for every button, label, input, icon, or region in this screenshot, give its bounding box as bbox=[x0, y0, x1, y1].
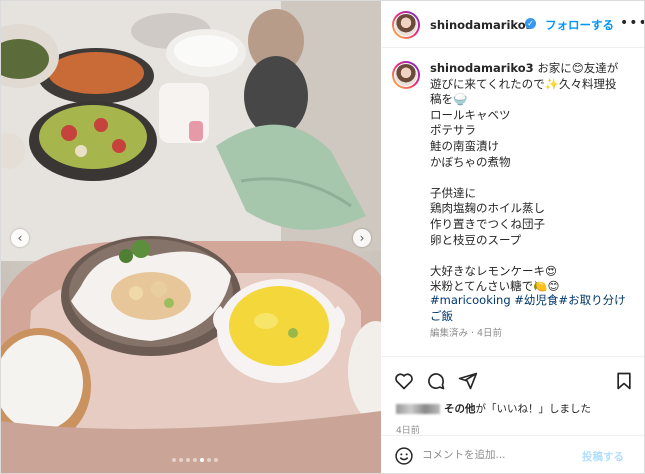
avatar[interactable] bbox=[392, 11, 420, 39]
comment-bar: 投稿する bbox=[382, 435, 644, 473]
carousel-dot-active bbox=[200, 458, 204, 462]
carousel-dots bbox=[172, 458, 218, 462]
more-options-icon[interactable]: ••• bbox=[620, 15, 644, 31]
follow-button[interactable]: フォローする bbox=[545, 17, 614, 33]
carousel-dot bbox=[207, 458, 211, 462]
post-comment-button[interactable]: 投稿する bbox=[582, 449, 624, 464]
likes-others[interactable]: その他 bbox=[444, 403, 476, 415]
caption-line: 大好きなレモンケーキ😍 bbox=[430, 263, 557, 278]
comment-icon[interactable] bbox=[426, 371, 446, 391]
caption-line: 鮭の南蛮漬け bbox=[430, 138, 499, 153]
caption-line: かぼちゃの煮物 bbox=[430, 154, 511, 169]
caption-line bbox=[430, 170, 635, 186]
post-header: shinodamariko3 ✓ フォローする ••• bbox=[382, 1, 644, 48]
caption: shinodamariko3 お家に😊友達が 遊びに来てくれたので✨久々料理投 … bbox=[430, 61, 635, 295]
caption-line: お家に😊友達が bbox=[537, 61, 619, 75]
caption-line: 稿を🍚 bbox=[430, 92, 468, 107]
caption-username[interactable]: shinodamariko3 bbox=[430, 61, 534, 75]
caption-line: ロールキャベツ bbox=[430, 107, 511, 122]
likes-summary[interactable]: その他が「いいね！」しました bbox=[396, 401, 591, 416]
likes-tail: が「いいね！」しました bbox=[475, 403, 592, 415]
caption-avatar[interactable] bbox=[392, 61, 420, 89]
username[interactable]: shinodamariko3 bbox=[430, 18, 534, 32]
comment-input[interactable] bbox=[422, 444, 582, 466]
carousel-prev-button[interactable]: ‹ bbox=[11, 229, 29, 247]
carousel-dot bbox=[193, 458, 197, 462]
share-icon[interactable] bbox=[458, 371, 478, 391]
instagram-post-window: ‹ › shinodamariko3 ✓ フォローする ••• shinodam… bbox=[0, 0, 645, 474]
post-side-panel: shinodamariko3 ✓ フォローする ••• shinodamarik… bbox=[382, 1, 644, 473]
caption-meta: 編集済み · 4日前 bbox=[430, 328, 503, 339]
caption-line: 鶏肉塩麹のホイル蒸し bbox=[430, 201, 545, 216]
carousel-dot bbox=[214, 458, 218, 462]
caption-line: 卵と枝豆のスープ bbox=[430, 232, 522, 247]
carousel-dot bbox=[172, 458, 176, 462]
bookmark-icon[interactable] bbox=[614, 371, 634, 391]
carousel-dot bbox=[179, 458, 183, 462]
caption-line: 子供達に bbox=[430, 185, 476, 200]
caption-line: 遊びに来てくれたので✨久々料理投 bbox=[430, 76, 617, 91]
emoji-icon[interactable] bbox=[394, 446, 414, 466]
caption-line: 作り置きでつくね団子 bbox=[430, 216, 545, 231]
carousel-next-button[interactable]: › bbox=[353, 229, 371, 247]
blurred-liker bbox=[396, 404, 440, 414]
heart-icon[interactable] bbox=[394, 371, 414, 391]
caption-line: ポテサラ bbox=[430, 123, 476, 138]
action-bar bbox=[382, 356, 644, 402]
carousel-dot bbox=[186, 458, 190, 462]
post-photo[interactable]: ‹ › bbox=[1, 1, 381, 473]
caption-line bbox=[430, 248, 635, 264]
hashtags[interactable]: #maricooking #幼児食#お取り分けご飯 bbox=[430, 293, 630, 324]
food-photo-illustration bbox=[1, 1, 381, 473]
verified-badge-icon: ✓ bbox=[525, 18, 536, 29]
